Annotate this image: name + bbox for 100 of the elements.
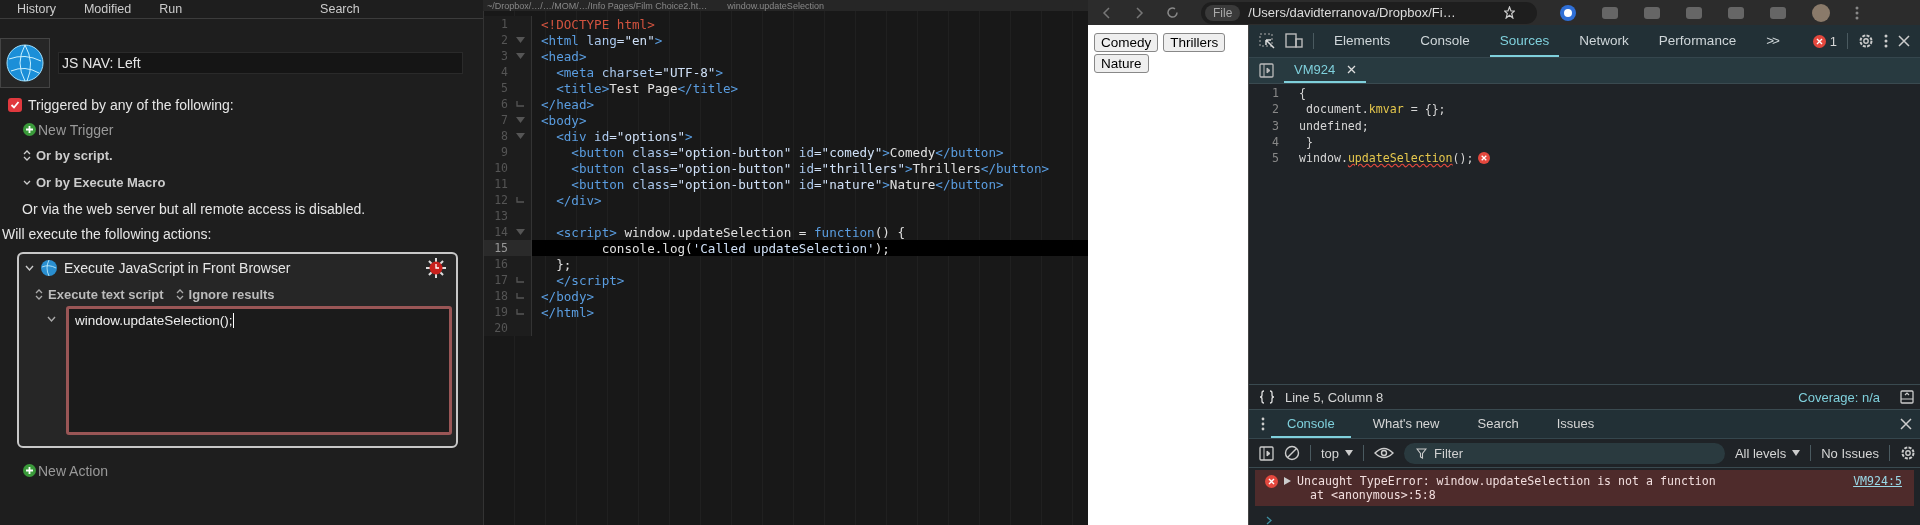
inspect-element-icon[interactable] — [1259, 33, 1275, 49]
code-line: </body> — [541, 288, 595, 304]
script-text-area[interactable]: window.updateSelection(); — [66, 306, 452, 435]
devtools-tab[interactable]: Console — [1410, 25, 1480, 57]
error-trace: at <anonymous>:5:8 — [1309, 488, 1437, 502]
eye-icon[interactable] — [1374, 447, 1395, 459]
line-number: 6 — [500, 97, 508, 111]
profile-avatar-icon[interactable] — [1810, 2, 1831, 23]
code-line: <button class="option-button" id="nature">Nature</button> — [570, 176, 1004, 192]
code-line: document.kmvar = {}; — [1304, 102, 1446, 117]
sidebar-toggle-icon[interactable] — [1259, 445, 1274, 461]
code-line: <title>Test Page</title> — [555, 80, 739, 96]
line-number: 5 — [1271, 151, 1279, 166]
fold-end-icon — [516, 101, 525, 107]
line-number: 11 — [493, 177, 508, 191]
collapse-chevron-icon[interactable] — [25, 264, 34, 272]
bookmark-star-icon[interactable] — [1503, 6, 1515, 19]
collapse-chevron-icon[interactable] — [47, 315, 56, 323]
plus-icon — [23, 123, 36, 136]
extension-icon[interactable] — [1558, 3, 1577, 22]
plus-icon — [23, 464, 36, 477]
code-line: <!DOCTYPE html> — [541, 16, 655, 32]
log-levels-dropdown[interactable]: All levels — [1734, 445, 1801, 461]
function-menu[interactable]: window.updateSelection — [727, 0, 824, 11]
up-down-chevron-icon — [35, 288, 43, 300]
new-trigger-button[interactable]: New Trigger — [23, 121, 114, 138]
clear-console-icon[interactable] — [1284, 445, 1300, 461]
forward-icon[interactable] — [1134, 6, 1144, 19]
expand-triangle-icon[interactable] — [1284, 477, 1291, 485]
toolbar-button[interactable]: Search — [320, 2, 360, 16]
code-line: <script> window.updateSelection = function() { — [555, 224, 905, 240]
gear-clock-icon[interactable] — [426, 258, 446, 278]
toolbar-button[interactable]: History — [17, 2, 56, 16]
line-number: 3 — [500, 49, 508, 63]
line-number: 10 — [493, 161, 508, 175]
code-line: <button class="option-button" id="thrillers">Thrillers</button> — [570, 160, 1050, 176]
code-line: <meta charset="UTF-8"> — [555, 64, 723, 80]
device-toolbar-icon[interactable] — [1285, 33, 1303, 49]
up-down-chevron-icon — [23, 150, 31, 161]
drawer-tab[interactable]: What's new — [1356, 410, 1456, 438]
devtools-tab[interactable]: Network — [1569, 25, 1639, 57]
action-option-popup[interactable]: Execute text script — [35, 286, 164, 302]
filter-field[interactable]: Filter — [1404, 442, 1725, 464]
reload-icon[interactable] — [1166, 6, 1179, 19]
close-icon[interactable] — [1347, 65, 1357, 74]
code-line: <div id="options"> — [555, 128, 693, 144]
trigger-option[interactable]: Or by script. — [23, 148, 113, 163]
drawer-tab[interactable]: Console — [1271, 410, 1351, 438]
line-number: 1 — [500, 17, 508, 31]
code-line: <button class="option-button" id="comedy">Comedy</button> — [570, 144, 1004, 160]
trigger-option[interactable]: Or by Execute Macro — [23, 175, 166, 190]
code-line: </div> — [555, 192, 602, 208]
checkbox[interactable] — [8, 97, 22, 112]
action-option-popup[interactable]: Ignore results — [175, 286, 275, 302]
devtools-tab[interactable]: Performance — [1648, 25, 1747, 57]
more-tabs-button[interactable]: >> — [1756, 25, 1788, 57]
line-number: 14 — [493, 225, 508, 239]
file-tab[interactable]: VM924 — [1284, 58, 1367, 83]
line-number: 2 — [1271, 102, 1279, 117]
context-dropdown[interactable]: top — [1321, 445, 1354, 461]
page-button[interactable]: Nature — [1094, 54, 1149, 73]
action-title: Execute JavaScript in Front Browser — [64, 260, 291, 276]
back-icon[interactable] — [1102, 6, 1112, 19]
line-number: 4 — [500, 65, 508, 79]
drawer-toggle-icon[interactable] — [1900, 390, 1914, 404]
code-line: <body> — [541, 112, 587, 128]
drawer-tab[interactable]: Search — [1461, 410, 1535, 438]
file-path[interactable]: ~/Dropbox/…/…/MOM/…/Info Pages/Film Choice2.ht… — [487, 0, 708, 11]
macro-name-field[interactable]: JS NAV: Left — [58, 52, 463, 74]
console-prompt-icon[interactable] — [1266, 516, 1272, 525]
drawer-tab[interactable]: Issues — [1540, 410, 1611, 438]
line-number: 5 — [500, 81, 508, 95]
issues-button[interactable]: No Issues — [1821, 445, 1879, 461]
coverage-link[interactable]: Coverage: n/a — [1798, 389, 1880, 405]
address-bar[interactable]: File /Users/davidterranova/Dropbox/Fi… — [1201, 1, 1537, 24]
toolbar-button[interactable]: Modified — [83, 2, 132, 16]
line-number: 18 — [493, 289, 508, 303]
source-link[interactable]: VM924:5 — [1853, 474, 1902, 488]
toolbar-button[interactable]: Run — [159, 2, 183, 16]
devtools-tab[interactable]: Elements — [1324, 25, 1401, 57]
curly-braces-icon[interactable] — [1259, 390, 1275, 404]
close-icon[interactable] — [1900, 418, 1912, 430]
menu-icon[interactable] — [1854, 5, 1859, 20]
new-action-button[interactable]: New Action — [23, 462, 109, 479]
trigger-label: Triggered by any of the following: — [28, 96, 234, 113]
code-line: }; — [555, 256, 572, 272]
settings-icon[interactable] — [1858, 33, 1874, 49]
page-button[interactable]: Comedy — [1094, 33, 1159, 52]
sidebar-toggle-icon[interactable] — [1259, 63, 1274, 78]
line-number: 4 — [1271, 135, 1279, 150]
more-options-icon[interactable] — [1884, 34, 1888, 48]
line-number: 13 — [493, 209, 508, 223]
filter-icon — [1416, 447, 1428, 459]
close-icon[interactable] — [1898, 35, 1910, 47]
line-number: 17 — [493, 273, 508, 287]
settings-icon[interactable] — [1900, 445, 1916, 461]
page-button[interactable]: Thrillers — [1163, 33, 1226, 52]
line-number: 16 — [493, 257, 508, 271]
drawer-menu-icon[interactable] — [1261, 417, 1265, 431]
error-count-badge[interactable]: 1 — [1812, 33, 1837, 49]
